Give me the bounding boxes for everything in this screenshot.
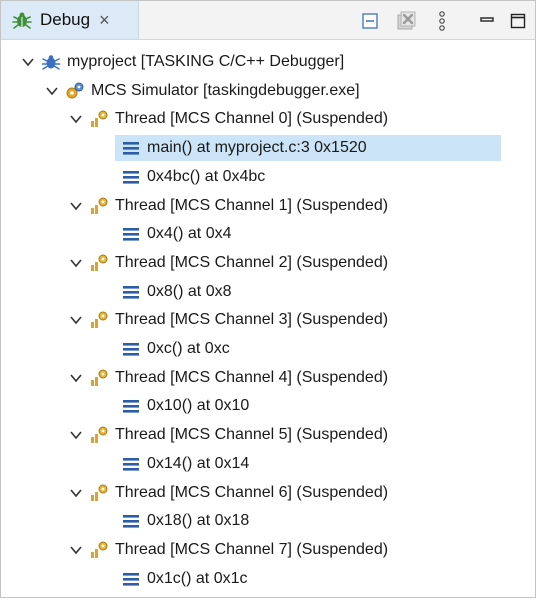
chevron-down-icon[interactable] [69, 486, 83, 500]
chevron-down-icon[interactable] [45, 84, 59, 98]
stack-frame[interactable]: 0xc() at 0xc [121, 336, 230, 362]
thread-icon [89, 425, 109, 445]
tree-node-simulator[interactable]: MCS Simulator [taskingdebugger.exe] [45, 78, 360, 104]
stack-frame-label: 0x10() at 0x10 [147, 397, 250, 414]
tree-node-thread[interactable]: Thread [MCS Channel 2] (Suspended) [69, 250, 388, 276]
stack-frame[interactable]: 0x14() at 0x14 [121, 451, 249, 477]
chevron-down-icon[interactable] [69, 543, 83, 557]
tree-node-thread[interactable]: Thread [MCS Channel 5] (Suspended) [69, 422, 388, 448]
stack-frame[interactable]: 0x1c() at 0x1c [121, 566, 247, 592]
chevron-down-icon[interactable] [69, 371, 83, 385]
view-menu-icon[interactable] [430, 9, 454, 33]
chevron-down-icon[interactable] [69, 199, 83, 213]
stack-frame[interactable]: 0x8() at 0x8 [121, 279, 231, 305]
project-label: myproject [TASKING C/C++ Debugger] [67, 53, 345, 70]
stack-frame-icon [121, 224, 141, 244]
stack-frame-icon [121, 282, 141, 302]
thread-icon [89, 310, 109, 330]
chevron-down-icon[interactable] [69, 112, 83, 126]
thread-icon [89, 368, 109, 388]
stack-frame[interactable]: 0x18() at 0x18 [121, 508, 249, 534]
thread-icon [89, 483, 109, 503]
thread-label: Thread [MCS Channel 1] (Suspended) [115, 197, 389, 214]
stack-frame-icon [121, 138, 141, 158]
thread-label: Thread [MCS Channel 6] (Suspended) [115, 484, 389, 501]
stack-frame[interactable]: 0x4() at 0x4 [121, 221, 231, 247]
collapse-all-icon[interactable] [358, 9, 382, 33]
process-icon [65, 81, 85, 101]
tree-node-project[interactable]: myproject [TASKING C/C++ Debugger] [21, 49, 344, 75]
maximize-icon[interactable] [506, 9, 530, 33]
close-icon[interactable]: × [99, 10, 110, 31]
chevron-down-icon[interactable] [69, 313, 83, 327]
tree-node-thread[interactable]: Thread [MCS Channel 7] (Suspended) [69, 537, 388, 563]
minimize-icon[interactable] [475, 9, 499, 33]
tab-label: Debug [40, 10, 91, 29]
bug-icon [11, 9, 33, 31]
stack-frame-icon [121, 454, 141, 474]
stack-frame-label: 0x14() at 0x14 [147, 455, 250, 472]
chevron-down-icon[interactable] [69, 256, 83, 270]
thread-label: Thread [MCS Channel 3] (Suspended) [115, 311, 389, 328]
tree-node-thread[interactable]: Thread [MCS Channel 3] (Suspended) [69, 307, 388, 333]
simulator-label: MCS Simulator [taskingdebugger.exe] [91, 82, 360, 99]
stack-frame-label: 0x1c() at 0x1c [147, 570, 248, 587]
stack-frame[interactable]: 0x4bc() at 0x4bc [121, 164, 265, 190]
thread-label: Thread [MCS Channel 4] (Suspended) [115, 369, 389, 386]
stack-frame-label: 0x8() at 0x8 [147, 283, 232, 300]
tab-debug[interactable]: Debug × [1, 1, 139, 39]
thread-label: Thread [MCS Channel 7] (Suspended) [115, 541, 389, 558]
stack-frame[interactable]: main() at myproject.c:3 0x1520 [115, 135, 501, 161]
view-tab-bar: Debug × [1, 1, 535, 40]
stack-frame-icon [121, 339, 141, 359]
thread-label: Thread [MCS Channel 0] (Suspended) [115, 110, 389, 127]
tree-node-thread[interactable]: Thread [MCS Channel 4] (Suspended) [69, 365, 388, 391]
thread-icon [89, 109, 109, 129]
chevron-down-icon[interactable] [21, 55, 35, 69]
stack-frame-label: 0xc() at 0xc [147, 340, 230, 357]
debug-view: Debug × myproject [TASKING C/C++ Debugge… [0, 0, 536, 598]
tree-node-thread[interactable]: Thread [MCS Channel 1] (Suspended) [69, 193, 388, 219]
tree-node-thread[interactable]: Thread [MCS Channel 6] (Suspended) [69, 480, 388, 506]
tree-node-thread[interactable]: Thread [MCS Channel 0] (Suspended) [69, 106, 388, 132]
remove-terminated-icon[interactable] [394, 9, 418, 33]
stack-frame-label: 0x4bc() at 0x4bc [147, 168, 266, 185]
bug-icon [41, 52, 61, 72]
stack-frame-icon [121, 569, 141, 589]
stack-frame-icon [121, 167, 141, 187]
stack-frame-icon [121, 396, 141, 416]
thread-icon [89, 253, 109, 273]
thread-label: Thread [MCS Channel 5] (Suspended) [115, 426, 389, 443]
stack-frame-label: 0x4() at 0x4 [147, 225, 232, 242]
stack-frame-label: 0x18() at 0x18 [147, 512, 250, 529]
thread-icon [89, 196, 109, 216]
stack-frame[interactable]: 0x10() at 0x10 [121, 393, 249, 419]
chevron-down-icon[interactable] [69, 428, 83, 442]
thread-label: Thread [MCS Channel 2] (Suspended) [115, 254, 389, 271]
thread-icon [89, 540, 109, 560]
stack-frame-icon [121, 511, 141, 531]
stack-frame-label: main() at myproject.c:3 0x1520 [147, 139, 367, 156]
